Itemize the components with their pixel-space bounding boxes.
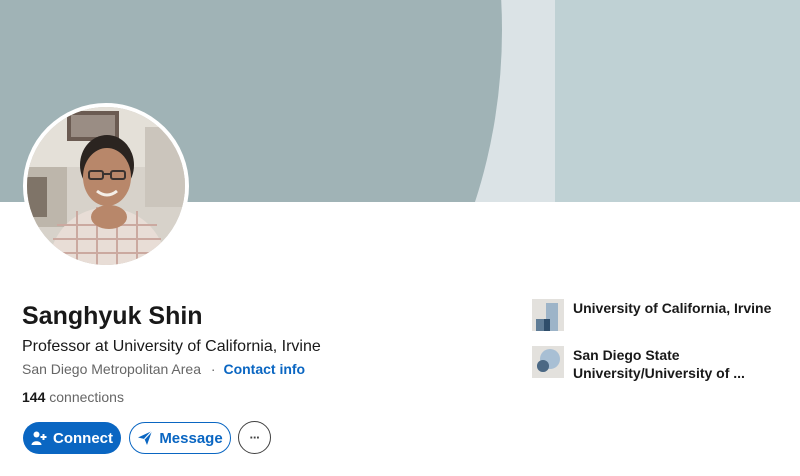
connect-label: Connect [53,429,113,447]
banner-panel-shape [555,0,800,202]
connections-summary[interactable]: 144 connections [22,389,124,405]
paper-plane-icon [137,430,153,446]
message-button[interactable]: Message [129,422,231,454]
profile-name: Sanghyuk Shin [22,302,203,330]
avatar-photo [27,107,185,265]
message-label: Message [159,429,223,447]
school-logo-icon [532,346,564,378]
connections-count: 144 [22,389,46,405]
location-row: San Diego Metropolitan Area · Contact in… [22,361,305,377]
contact-info-link[interactable]: Contact info [223,361,305,377]
more-icon: ··· [249,430,261,445]
organization-name: University of California, Irvine [573,300,772,316]
add-person-icon [31,430,47,446]
organization-item-school[interactable]: San Diego State University/University of… [532,346,773,382]
separator-dot: · [210,361,216,377]
organization-name: San Diego State University/University of… [573,347,745,381]
connections-label: connections [49,389,124,405]
profile-headline: Professor at University of California, I… [22,338,321,355]
company-logo-icon [532,299,564,331]
more-actions-button[interactable]: ··· [238,421,271,454]
profile-avatar[interactable] [23,103,189,269]
connect-button[interactable]: Connect [23,422,121,454]
profile-location: San Diego Metropolitan Area [22,361,201,377]
organization-item-company[interactable]: University of California, Irvine [532,299,773,331]
